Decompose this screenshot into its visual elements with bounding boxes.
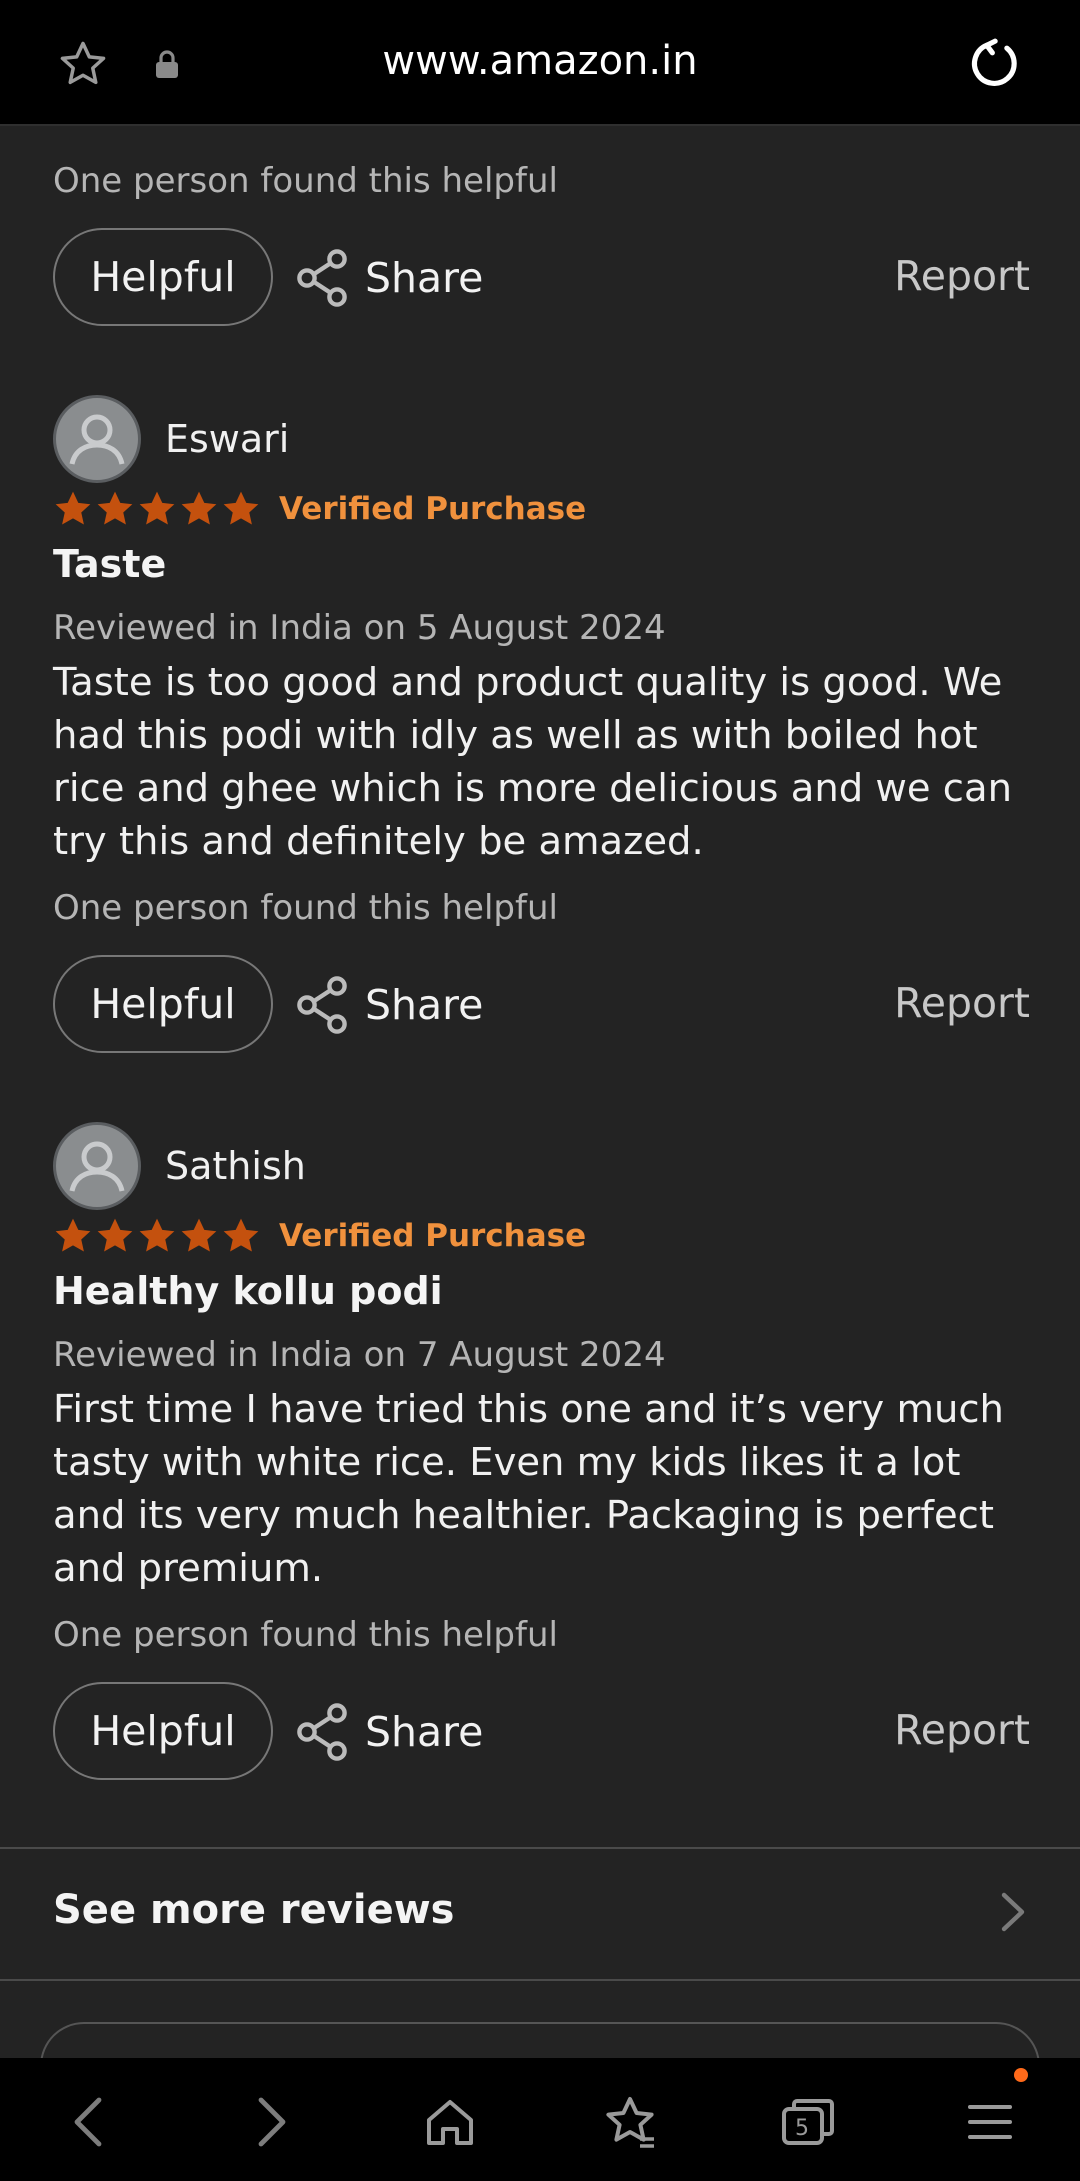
- helpful-count: One person found this helpful: [53, 161, 558, 201]
- rating-row: Verified Purchase: [53, 490, 586, 528]
- review-date: Reviewed in India on 7 August 2024: [53, 1335, 666, 1375]
- tabs-button[interactable]: 5: [778, 2092, 838, 2152]
- helpful-count: One person found this helpful: [53, 888, 558, 928]
- see-more-reviews-link[interactable]: See more reviews: [0, 1849, 1080, 1979]
- review-title: Taste: [53, 542, 167, 586]
- back-arrow-icon: [74, 2097, 102, 2147]
- share-icon: [297, 249, 347, 307]
- notification-dot: [1014, 2068, 1028, 2082]
- helpful-button[interactable]: Helpful: [53, 1682, 273, 1780]
- review-title: Healthy kollu podi: [53, 1269, 443, 1313]
- reviewer-name[interactable]: Sathish: [165, 1144, 306, 1188]
- bookmarks-star-icon: [606, 2097, 654, 2148]
- back-button[interactable]: [58, 2092, 118, 2152]
- share-label: Share: [365, 981, 484, 1029]
- share-icon: [297, 976, 347, 1034]
- review-date: Reviewed in India on 5 August 2024: [53, 608, 666, 648]
- reviewer-name[interactable]: Eswari: [165, 417, 289, 461]
- chevron-right-icon: [998, 1891, 1028, 1937]
- review-body: First time I have tried this one and it’…: [53, 1387, 1004, 1591]
- share-icon: [297, 1703, 347, 1761]
- divider: [0, 1979, 1080, 1981]
- browser-top-bar: www.amazon.in: [0, 0, 1080, 126]
- verified-purchase-badge: Verified Purchase: [279, 491, 587, 527]
- hamburger-menu-icon: [968, 2105, 1012, 2139]
- browser-bottom-bar: 5: [0, 2058, 1080, 2181]
- helpful-button[interactable]: Helpful: [53, 228, 273, 326]
- see-more-reviews-label: See more reviews: [53, 1887, 455, 1933]
- reload-icon[interactable]: [966, 36, 1022, 96]
- review-actions: Helpful Share Report: [53, 1682, 1030, 1784]
- home-button[interactable]: [420, 2092, 480, 2152]
- helpful-count: One person found this helpful: [53, 1615, 558, 1655]
- verified-purchase-badge: Verified Purchase: [279, 1218, 587, 1254]
- bookmarks-button[interactable]: [600, 2092, 660, 2152]
- menu-button[interactable]: [960, 2092, 1020, 2152]
- star-rating: [53, 1217, 261, 1255]
- reviewer: Eswari: [53, 394, 289, 484]
- helpful-button[interactable]: Helpful: [53, 955, 273, 1053]
- home-icon: [427, 2100, 473, 2145]
- reviewer: Sathish: [53, 1121, 306, 1211]
- forward-button[interactable]: [242, 2092, 302, 2152]
- report-button[interactable]: Report: [894, 979, 1030, 1027]
- review-actions: Helpful Share Report: [53, 955, 1030, 1057]
- tab-count: 5: [795, 2115, 809, 2141]
- avatar: [53, 1122, 141, 1210]
- rating-row: Verified Purchase: [53, 1217, 586, 1255]
- share-button[interactable]: Share: [295, 973, 483, 1037]
- report-button[interactable]: Report: [894, 252, 1030, 300]
- report-button[interactable]: Report: [894, 1706, 1030, 1754]
- avatar: [53, 395, 141, 483]
- forward-arrow-icon: [258, 2097, 286, 2147]
- review-actions: Helpful Share Report: [53, 228, 1030, 330]
- share-button[interactable]: Share: [295, 246, 483, 310]
- url-text[interactable]: www.amazon.in: [0, 38, 1080, 84]
- share-label: Share: [365, 254, 484, 302]
- share-label: Share: [365, 1708, 484, 1756]
- share-button[interactable]: Share: [295, 1700, 483, 1764]
- star-rating: [53, 490, 261, 528]
- review-body: Taste is too good and product quality is…: [53, 660, 1012, 864]
